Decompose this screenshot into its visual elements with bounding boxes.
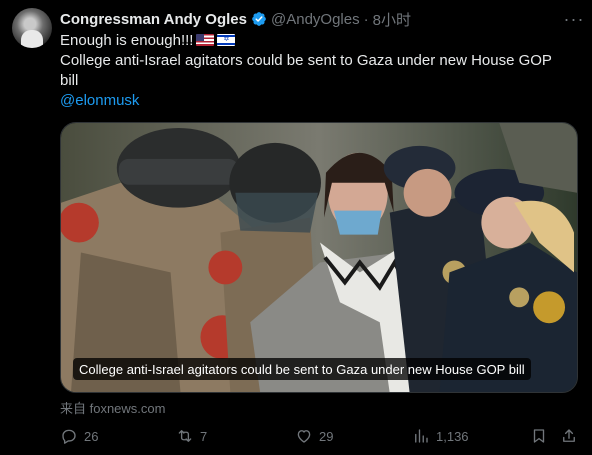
- bookmark-button[interactable]: [530, 426, 548, 446]
- reply-button[interactable]: 26: [60, 426, 98, 446]
- share-icon: [563, 429, 575, 442]
- views-button[interactable]: 1,136: [412, 426, 469, 446]
- like-button[interactable]: 29: [295, 426, 333, 446]
- views-count: 1,136: [436, 428, 469, 444]
- repost-icon: [178, 430, 192, 442]
- link-card[interactable]: College anti-Israel agitators could be s…: [60, 122, 578, 393]
- heart-icon: [297, 430, 311, 443]
- card-caption: College anti-Israel agitators could be s…: [73, 358, 531, 380]
- tweet-text-line-3: bill: [60, 72, 79, 89]
- views-icon: [415, 429, 428, 443]
- verified-badge-icon: [252, 12, 266, 26]
- tweet-text-line-1: Enough is enough!!!: [60, 32, 194, 49]
- card-source[interactable]: 来自 foxnews.com: [60, 398, 165, 417]
- reply-count: 26: [84, 428, 99, 444]
- action-bar: 26 7 29 1,136: [60, 426, 578, 446]
- israel-flag-icon: ✡: [217, 34, 236, 46]
- avatar[interactable]: [12, 8, 52, 48]
- more-options-icon[interactable]: ···: [564, 9, 584, 29]
- tweet-text: Enough is enough!!! ✡ College anti-Israel…: [60, 31, 580, 111]
- tweet-text-line-2: College anti-Israel agitators could be s…: [60, 52, 552, 69]
- separator-dot: ·: [363, 10, 369, 28]
- repost-button[interactable]: 7: [176, 426, 207, 446]
- mention-link[interactable]: @elonmusk: [60, 91, 580, 111]
- repost-count: 7: [200, 428, 208, 444]
- news-photo: [61, 123, 577, 392]
- timestamp[interactable]: 8小时: [373, 9, 411, 30]
- author-handle[interactable]: @AndyOgles: [271, 11, 360, 28]
- reply-icon: [62, 429, 76, 444]
- tweet-header: Congressman Andy Ogles @AndyOgles · 8小时: [60, 8, 580, 30]
- tweet-line-1: Enough is enough!!! ✡: [60, 31, 580, 51]
- author-name[interactable]: Congressman Andy Ogles: [60, 11, 247, 28]
- share-button[interactable]: [560, 426, 578, 446]
- us-flag-icon: [196, 34, 215, 46]
- bookmark-icon: [533, 429, 545, 443]
- like-count: 29: [319, 428, 334, 444]
